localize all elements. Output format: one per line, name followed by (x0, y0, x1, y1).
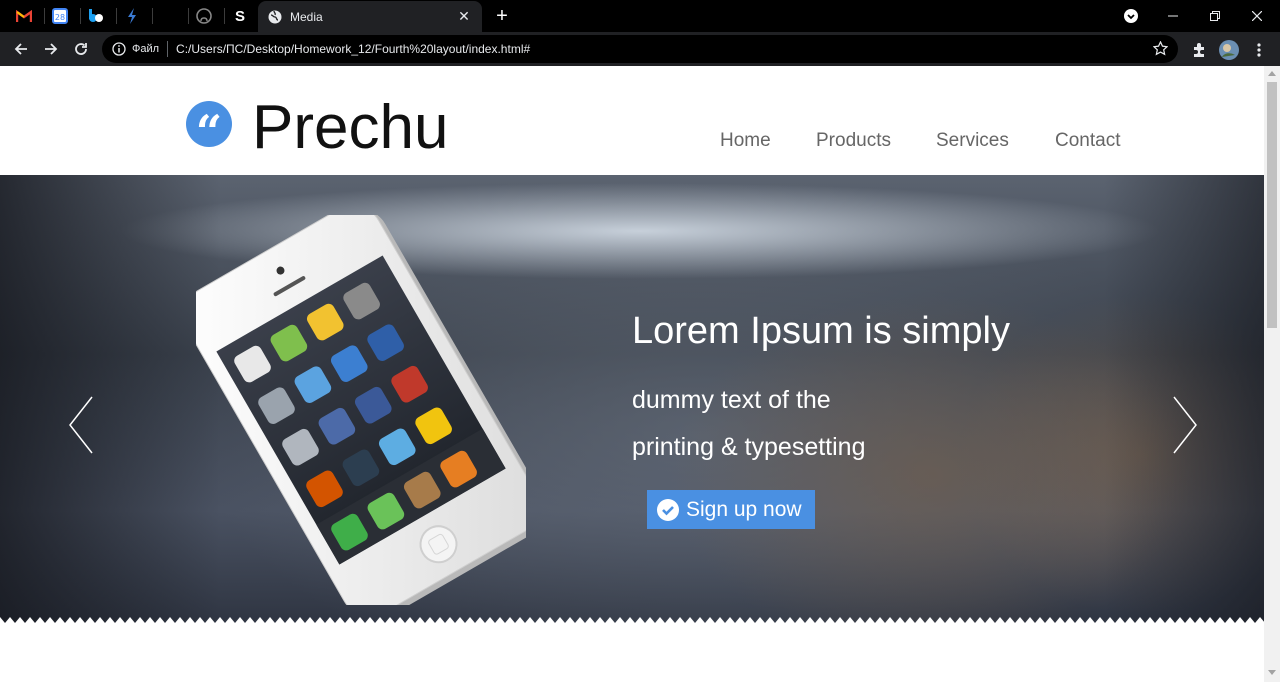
nav-products[interactable]: Products (816, 130, 891, 152)
close-icon[interactable]: ✕ (456, 8, 472, 25)
next-slide-arrow-icon[interactable] (1168, 395, 1198, 455)
nav-services[interactable]: Services (936, 130, 1009, 152)
url-text[interactable]: C:/Users/ПС/Desktop/Homework_12/Fourth%2… (176, 42, 530, 56)
github-icon[interactable] (190, 4, 218, 28)
bolt-icon[interactable] (118, 4, 146, 28)
scroll-down-arrow-icon[interactable] (1268, 670, 1276, 675)
page-scrollbar[interactable] (1264, 66, 1280, 682)
brand-name[interactable]: Prechu (252, 92, 448, 164)
window-close-button[interactable] (1236, 0, 1278, 32)
hero-title: Lorem Ipsum is simply (632, 310, 1010, 352)
minimize-button[interactable] (1152, 0, 1194, 32)
tab-search-button[interactable] (1110, 0, 1152, 32)
quote-logo-icon[interactable]: “ (186, 101, 232, 155)
bluesky-icon[interactable] (82, 4, 110, 28)
reload-icon (75, 43, 87, 55)
globe-icon (268, 10, 282, 23)
calendar-icon[interactable]: 28 (46, 4, 74, 28)
arrow-right-icon (45, 43, 58, 55)
check-circle-icon (657, 498, 679, 521)
site-info-label[interactable]: Файл (132, 43, 159, 55)
scroll-thumb[interactable] (1267, 82, 1277, 328)
blank-tab-icon[interactable] (154, 4, 182, 28)
forward-button[interactable] (38, 37, 64, 61)
zigzag-divider (0, 617, 1264, 623)
svg-text:28: 28 (55, 13, 65, 22)
reload-button[interactable] (68, 37, 94, 61)
hero-subtitle-line1: dummy text of the (632, 386, 831, 414)
restore-button[interactable] (1194, 0, 1236, 32)
bookmark-star-icon[interactable] (1152, 40, 1169, 61)
tab-title: Media (290, 9, 323, 24)
info-icon[interactable] (112, 42, 126, 56)
scroll-up-arrow-icon[interactable] (1268, 71, 1276, 76)
hero-slider: Lorem Ipsum is simply dummy text of the … (0, 175, 1264, 623)
chevron-down-icon (1124, 9, 1138, 23)
extensions-icon[interactable] (1188, 39, 1210, 61)
phone-image (196, 215, 526, 605)
sign-up-button[interactable]: Sign up now (647, 490, 815, 529)
address-bar[interactable]: Файл C:/Users/ПС/Desktop/Homework_12/Fou… (102, 35, 1178, 63)
avatar[interactable] (1218, 39, 1240, 61)
site-header: “ Prechu Home Products Services Contact (0, 66, 1264, 175)
browser-menu-icon[interactable] (1248, 39, 1270, 61)
prev-slide-arrow-icon[interactable] (68, 395, 98, 455)
web-page: “ Prechu Home Products Services Contact (0, 66, 1264, 682)
gmail-icon[interactable] (10, 4, 38, 28)
hero-subtitle-line2: printing & typesetting (632, 433, 866, 461)
nav-contact[interactable]: Contact (1055, 130, 1120, 152)
s-app-glyph: S (234, 7, 245, 25)
browser-toolbar: Файл C:/Users/ПС/Desktop/Homework_12/Fou… (0, 32, 1280, 66)
restore-icon (1210, 11, 1220, 21)
back-button[interactable] (8, 37, 34, 61)
minimize-icon (1168, 15, 1178, 17)
arrow-left-icon (14, 43, 27, 55)
sign-up-label: Sign up now (686, 497, 802, 521)
nav-home[interactable]: Home (720, 130, 771, 152)
tab-media[interactable]: Media ✕ (258, 1, 482, 32)
close-icon (1252, 11, 1262, 21)
s-app-icon[interactable]: S (226, 4, 254, 28)
browser-tab-strip: 28 S Media ✕ + (0, 0, 1280, 32)
new-tab-button[interactable]: + (490, 4, 514, 28)
